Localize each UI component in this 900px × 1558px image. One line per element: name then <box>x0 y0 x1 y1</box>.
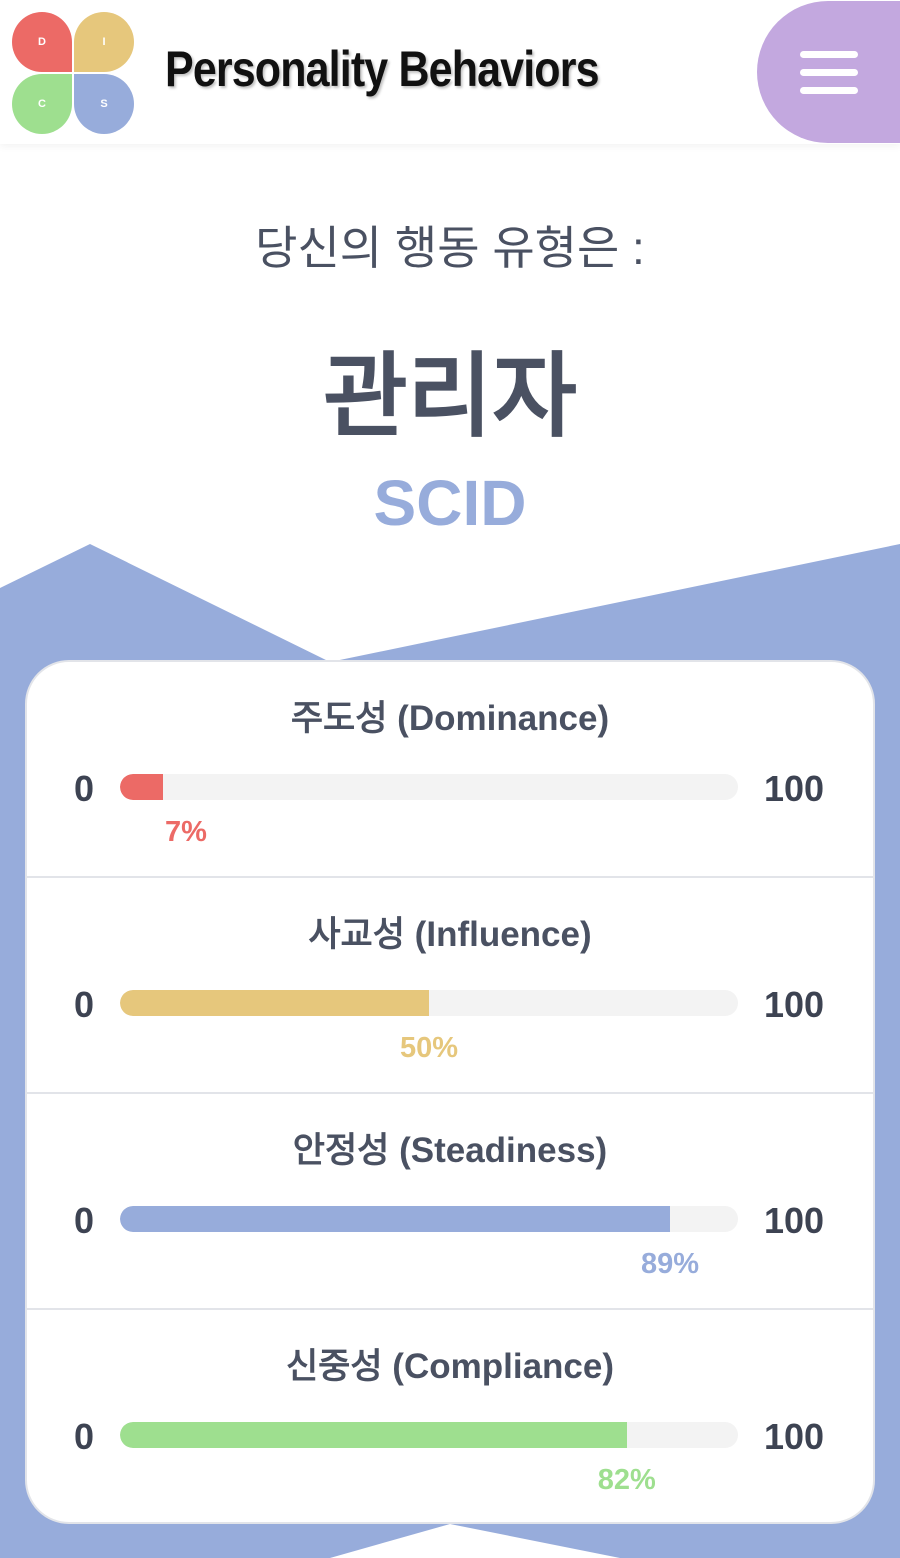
progress-fill <box>120 1422 627 1448</box>
progress-track <box>120 774 738 800</box>
progress-fill <box>120 774 164 800</box>
scale-min-label: 0 <box>74 1416 95 1457</box>
trait-title: 사교성 (Influence) <box>308 915 592 954</box>
menu-button[interactable] <box>757 1 900 143</box>
scale-max-label: 100 <box>764 1416 825 1457</box>
progress-track <box>120 990 738 1016</box>
percent-label: 50% <box>399 1032 459 1064</box>
scale-min-label: 0 <box>74 984 95 1025</box>
scale-min-label: 0 <box>74 768 95 809</box>
scores-card: 주도성 (Dominance) 0 100 7% 사교성 (Influence)… <box>25 660 875 1524</box>
scale-max-label: 100 <box>764 1200 825 1241</box>
trait-compliance: 신중성 (Compliance) 0 100 82% <box>27 1310 873 1522</box>
scale-max-label: 100 <box>764 984 825 1025</box>
logo-petal-d: D <box>12 12 72 72</box>
behavior-type-name: 관리자 <box>323 346 577 448</box>
disc-logo: D I C S <box>12 12 134 134</box>
logo-petal-i: I <box>74 12 134 72</box>
trait-title: 주도성 (Dominance) <box>290 699 610 738</box>
behavior-type-code: SCID <box>373 467 527 539</box>
app-title: Personality Behaviors <box>165 41 600 97</box>
logo-petal-c: C <box>12 74 72 134</box>
scale-max-label: 100 <box>764 768 825 809</box>
progress-fill <box>120 990 429 1016</box>
app-header: D I C S Personality Behaviors <box>0 0 900 144</box>
trait-dominance: 주도성 (Dominance) 0 100 7% <box>27 662 873 878</box>
percent-label: 89% <box>640 1248 700 1280</box>
result-subtitle: 당신의 행동 유형은 : <box>255 222 645 274</box>
trait-influence: 사교성 (Influence) 0 100 50% <box>27 878 873 1094</box>
trait-steadiness: 안정성 (Steadiness) 0 100 89% <box>27 1094 873 1310</box>
progress-track <box>120 1206 738 1232</box>
hamburger-menu-icon <box>800 51 858 95</box>
logo-petal-s: S <box>74 74 134 134</box>
progress-fill <box>120 1206 671 1232</box>
scale-min-label: 0 <box>74 1200 95 1241</box>
percent-label: 7% <box>165 816 207 848</box>
trait-title: 안정성 (Steadiness) <box>292 1131 608 1170</box>
percent-label: 82% <box>597 1464 656 1496</box>
progress-track <box>120 1422 738 1448</box>
trait-title: 신중성 (Compliance) <box>285 1347 614 1386</box>
